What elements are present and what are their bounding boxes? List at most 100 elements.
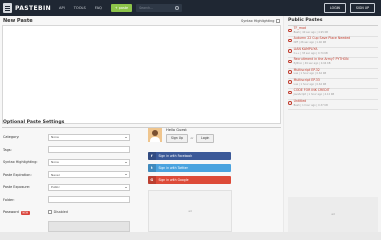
paste-meta: Diff | 26 sec ago | 1.46 KB [293,41,327,45]
facebook-signin-button[interactable]: f Sign in with Facebook [148,152,231,160]
login-button[interactable]: LOGIN [323,3,346,13]
google-icon: G [148,176,156,184]
hello-title: Hello Guest [166,128,187,132]
password-row: Password NEW Disabled [3,206,153,219]
public-pastes-title: Public Pastes [288,18,323,23]
chevron-down-icon [125,186,127,188]
hello-right: Hello Guest Sign Up or Login [166,128,215,143]
hello-signup-button[interactable]: Sign Up [166,133,188,143]
main-nav: API TOOLS FAQ + paste Search... [59,4,183,12]
search-icon[interactable] [175,6,180,10]
logo[interactable]: PASTEBIN [3,3,59,13]
hello-row: Hello Guest Sign Up or Login [148,128,228,143]
nav-faq[interactable]: FAQ [95,6,102,10]
avatar [148,128,162,142]
page-title: New Paste [3,18,33,24]
chevron-down-icon [125,174,127,176]
editor-header: New Paste Syntax Highlighting [3,18,280,24]
tags-label: Tags: [3,147,12,152]
paste-settings-form: Category: None Tags: Syntax Highlighting… [3,131,153,219]
password-input[interactable] [48,221,130,232]
folder-label: Folder: [3,197,15,202]
nav-tools[interactable]: TOOLS [74,6,86,10]
syntax-value: None [51,160,59,165]
facebook-signin-label: Sign in with Facebook [158,153,193,158]
signup-button[interactable]: SIGN UP [349,3,375,13]
globe-icon [288,49,292,53]
globe-icon [288,38,292,43]
google-signin-button[interactable]: G Sign in with Google [148,176,231,184]
chevron-down-icon [125,136,127,138]
list-item[interactable]: Untitled Bash | 1 hour ago | 0.37 KB [288,99,378,111]
hello-buttons: Sign Up or Login [166,133,215,143]
advertisement[interactable]: ad [148,190,232,232]
list-item-text: LIAN KAMPLIYA C++ | 33 sec ago | 0.74 KB [293,47,328,57]
exposure-label: Paste Exposure: [3,185,31,190]
pastebin-logo-icon [3,3,12,13]
paste-meta: C++ | 33 sec ago | 0.74 KB [293,51,328,55]
category-value: None [51,135,59,140]
tags-row: Tags: [3,144,153,157]
password-label-group: Password NEW [3,210,48,215]
facebook-icon: f [148,152,156,160]
new-badge: NEW [20,210,30,215]
password-state: Disabled [53,210,68,215]
expiration-row: Paste Expiration: Never [3,169,153,182]
paste-editor-textarea[interactable] [2,25,281,124]
twitter-signin-label: Sign in with Twitter [158,165,188,170]
tags-input[interactable] [48,146,130,154]
hello-guest-panel: Hello Guest Sign Up or Login [148,128,228,143]
ad-label: ad [188,209,192,213]
twitter-icon: t [148,164,156,172]
syntax-highlighting-toggle[interactable]: Syntax Highlighting [241,19,280,23]
expiration-value: Never [51,172,60,177]
folder-row: Folder: [3,194,153,207]
paste-meta: JavaScript | 1 hour ago | 4.12 KB [293,93,335,97]
paste-meta: Bash | 1 hour ago | 0.37 KB [293,103,328,107]
exposure-select[interactable]: Public [48,183,130,191]
list-item[interactable]: Recruitment in the Army? PYTHON Python |… [288,57,378,69]
or-text: or [190,136,194,140]
logo-text: PASTEBIN [15,4,52,12]
sidebar-advertisement[interactable]: ad [288,197,378,232]
paste-meta: Lua | 1 hour ago | 0.62 KB [293,72,327,76]
category-row: Category: None [3,131,153,144]
syntax-highlighting-checkbox[interactable] [276,19,280,23]
category-label: Category: [3,135,20,140]
list-item-text: Multiscript EP.32 Lua | 1 hour ago | 0.6… [293,68,327,78]
paste-meta: Lua | 1 hour ago | 0.62 KB [293,82,327,86]
new-paste-button[interactable]: + paste [110,4,133,12]
exposure-row: Paste Exposure: Public [3,181,153,194]
divider [2,127,281,128]
ad-label: ad [331,213,335,216]
hello-login-button[interactable]: Login [196,133,215,143]
paste-meta: Bash | 40 sec ago | 4.95 KB [293,30,328,34]
syntax-row: Syntax Highlighting: None [3,156,153,169]
globe-icon [288,59,292,64]
syntax-select[interactable]: None [48,158,130,166]
folder-input[interactable] [48,196,130,204]
public-pastes-sidebar: Public Pastes TF_mod Bash | 40 sec ago |… [284,16,381,232]
category-select[interactable]: None [48,133,130,141]
auth-buttons: LOGIN SIGN UP [320,3,375,13]
public-pastes-list: TF_mod Bash | 40 sec ago | 4.95 KB Autum… [288,26,378,111]
exposure-value: Public [51,185,60,190]
paste-meta: Python | 49 sec ago | 0.94 KB [293,61,331,65]
password-checkbox[interactable] [48,210,52,215]
syntax-highlighting-label: Syntax Highlighting [241,19,275,23]
password-label: Password [3,210,19,215]
nav-api[interactable]: API [59,6,65,10]
search-placeholder: Search... [139,6,154,10]
list-item-text: TF_mod Bash | 40 sec ago | 4.95 KB [293,26,328,36]
twitter-signin-button[interactable]: t Sign in with Twitter [148,164,231,172]
globe-icon [288,70,292,74]
list-item-text: Multiscript EP.33 Lua | 1 hour ago | 0.6… [293,78,327,88]
expiration-label: Paste Expiration: [3,172,32,177]
top-navbar: PASTEBIN API TOOLS FAQ + paste Search...… [0,0,381,16]
globe-icon [288,28,292,33]
search-input[interactable]: Search... [136,4,183,12]
syntax-label: Syntax Highlighting: [3,160,38,165]
globe-icon [288,90,292,95]
expiration-select[interactable]: Never [48,171,130,179]
globe-icon [288,101,292,105]
